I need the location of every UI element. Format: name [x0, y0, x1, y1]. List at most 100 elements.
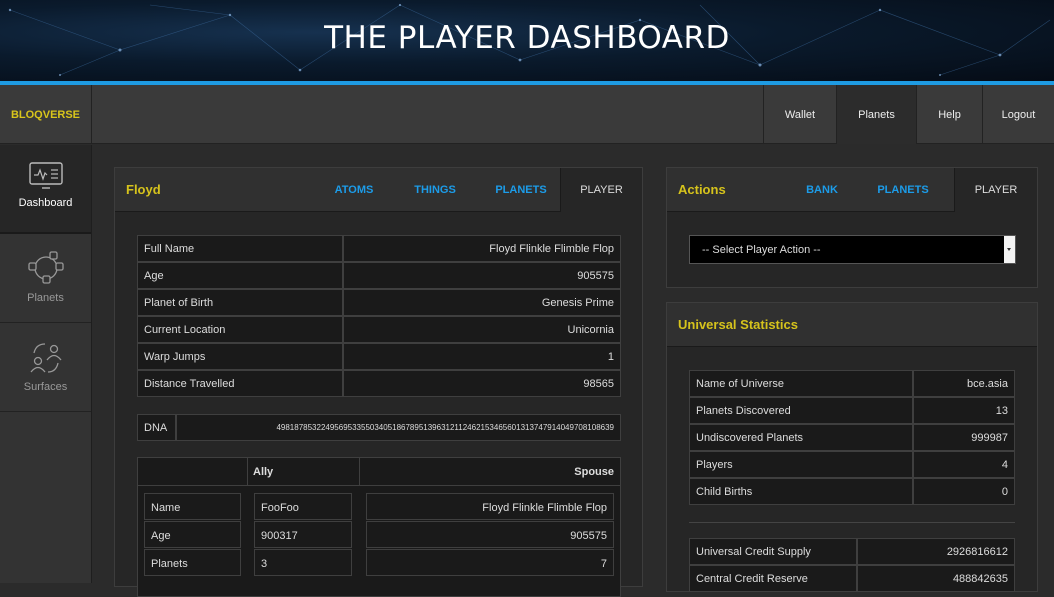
row-value: Genesis Prime [343, 289, 621, 316]
player-details-table: Full Name Floyd Flinkle Flimble Flop Age 90… [137, 235, 621, 397]
relation-cell-spouse: 905575 [366, 521, 614, 548]
tab-player[interactable]: PLAYER [560, 168, 642, 212]
relation-cell-ally: FooFoo [254, 493, 352, 520]
nav-planets-link[interactable]: Planets [836, 85, 916, 144]
row-value: 999987 [913, 424, 1015, 451]
row-label: Universal Credit Supply [689, 538, 857, 565]
table-row: Universal Credit Supply 2926816612 [689, 538, 1015, 565]
actions-panel-header: Actions BANK PLANETS PLAYER [667, 168, 1037, 212]
row-label: Child Births [689, 478, 913, 505]
table-row: Current Location Unicornia [137, 316, 621, 343]
nav-help-link[interactable]: Help [916, 85, 982, 144]
row-label: Age [137, 262, 343, 289]
table-row: Distance Travelled 98565 [137, 370, 621, 397]
row-label: Undiscovered Planets [689, 424, 913, 451]
row-value: 4 [913, 451, 1015, 478]
row-label: Central Credit Reserve [689, 565, 857, 592]
nav-wallet-link[interactable]: Wallet [763, 85, 836, 144]
row-label: Players [689, 451, 913, 478]
row-value: Unicornia [343, 316, 621, 343]
row-value: Floyd Flinkle Flimble Flop [343, 235, 621, 262]
banner: THE PLAYER DASHBOARD [0, 0, 1054, 81]
tab-bank[interactable]: BANK [792, 168, 852, 212]
row-value: bce.asia [913, 370, 1015, 397]
row-value: 98565 [343, 370, 621, 397]
table-row: Players 4 [689, 451, 1015, 478]
nav-logout-link[interactable]: Logout [982, 85, 1054, 144]
relation-cell-label: Name [144, 493, 241, 520]
sidebar-item-surfaces[interactable]: Surfaces [0, 323, 91, 412]
monitor-icon [28, 162, 63, 189]
row-value: 2926816612 [857, 538, 1015, 565]
relation-cell-label: Age [144, 521, 241, 548]
sidebar-item-planets[interactable]: Planets [0, 234, 91, 323]
tab-actions-planets[interactable]: PLANETS [852, 168, 954, 212]
player-action-select[interactable]: -- Select Player Action -- [689, 235, 1016, 264]
player-details: Full Name Floyd Flinkle Flimble Flop Age 90… [137, 235, 621, 397]
relation-cell-ally: 900317 [254, 521, 352, 548]
people-exchange-icon [29, 343, 62, 373]
dna-label: DNA [137, 414, 176, 441]
relation-cell-spouse: 7 [366, 549, 614, 576]
stats-title: Universal Statistics [678, 317, 798, 332]
table-row: Warp Jumps 1 [137, 343, 621, 370]
row-label: Planets Discovered [689, 397, 913, 424]
universal-statistics-panel: Universal Statistics Name of Universe bce… [666, 302, 1038, 592]
table-row: Planets Discovered 13 [689, 397, 1015, 424]
row-label: Planet of Birth [137, 289, 343, 316]
network-icon [27, 251, 64, 284]
player-panel-tabs: ATOMS THINGS PLANETS PLAYER [320, 168, 642, 212]
relation-cell-ally: 3 [254, 549, 352, 576]
universe-stats-table: Name of Universe bce.asia Planets Discover… [689, 370, 1015, 505]
table-row: Full Name Floyd Flinkle Flimble Flop [137, 235, 621, 262]
universe-stats: Name of Universe bce.asia Planets Discover… [689, 370, 1015, 505]
sidebar: Dashboard Planets Surfaces [0, 145, 92, 583]
player-name-title: Floyd [126, 182, 161, 197]
actions-panel: Actions BANK PLANETS PLAYER -- Select Pl… [666, 167, 1038, 288]
row-value: 905575 [343, 262, 621, 289]
dna-value: 4981878532249569533550340518678951396312… [176, 414, 621, 441]
table-row: Planet of Birth Genesis Prime [137, 289, 621, 316]
chevron-down-icon[interactable] [1004, 236, 1015, 263]
actions-title: Actions [678, 182, 726, 197]
relation-cell-label: Planets [144, 549, 241, 576]
table-row: Central Credit Reserve 488842635 [689, 565, 1015, 592]
player-panel-header: Floyd ATOMS THINGS PLANETS PLAYER [115, 168, 642, 212]
row-value: 1 [343, 343, 621, 370]
relations-header-ally: Ally [248, 458, 360, 486]
row-label: Warp Jumps [137, 343, 343, 370]
row-value: 13 [913, 397, 1015, 424]
stats-divider [689, 522, 1015, 523]
table-row: Name of Universe bce.asia [689, 370, 1015, 397]
row-value: 0 [913, 478, 1015, 505]
row-value: 488842635 [857, 565, 1015, 592]
brand-logo[interactable]: BLOQVERSE [0, 85, 92, 144]
row-label: Full Name [137, 235, 343, 262]
sidebar-label-surfaces: Surfaces [23, 381, 68, 393]
stats-panel-header: Universal Statistics [667, 303, 1037, 347]
table-row: Child Births 0 [689, 478, 1015, 505]
row-label: Current Location [137, 316, 343, 343]
player-panel: Floyd ATOMS THINGS PLANETS PLAYER Full N… [114, 167, 643, 597]
sidebar-label-dashboard: Dashboard [18, 197, 73, 209]
relation-cell-spouse: Floyd Flinkle Flimble Flop [366, 493, 614, 520]
player-action-select-value: -- Select Player Action -- [702, 244, 821, 256]
credit-stats: Universal Credit Supply 2926816612 Central… [689, 538, 1015, 592]
tab-atoms[interactable]: ATOMS [320, 168, 388, 212]
relations-header-spouse: Spouse [360, 458, 620, 486]
row-label: Name of Universe [689, 370, 913, 397]
relations-table: Ally Spouse Name FooFoo Floyd Flinkle Flim… [137, 457, 621, 597]
sidebar-item-dashboard[interactable]: Dashboard [0, 145, 91, 234]
sidebar-label-planets: Planets [27, 292, 64, 304]
dna-row: DNA 498187853224956953355034051867895139… [137, 414, 621, 441]
page-title: THE PLAYER DASHBOARD [324, 20, 730, 56]
tab-things[interactable]: THINGS [388, 168, 482, 212]
table-row: Undiscovered Planets 999987 [689, 424, 1015, 451]
actions-panel-tabs: BANK PLANETS PLAYER [792, 168, 1037, 212]
tab-planets[interactable]: PLANETS [482, 168, 560, 212]
credit-stats-table: Universal Credit Supply 2926816612 Central… [689, 538, 1015, 592]
nav-links: Wallet Planets Help Logout [763, 85, 1054, 144]
top-navbar: BLOQVERSE Wallet Planets Help Logout [0, 85, 1054, 144]
tab-actions-player[interactable]: PLAYER [954, 168, 1037, 212]
table-row: Age 905575 [137, 262, 621, 289]
